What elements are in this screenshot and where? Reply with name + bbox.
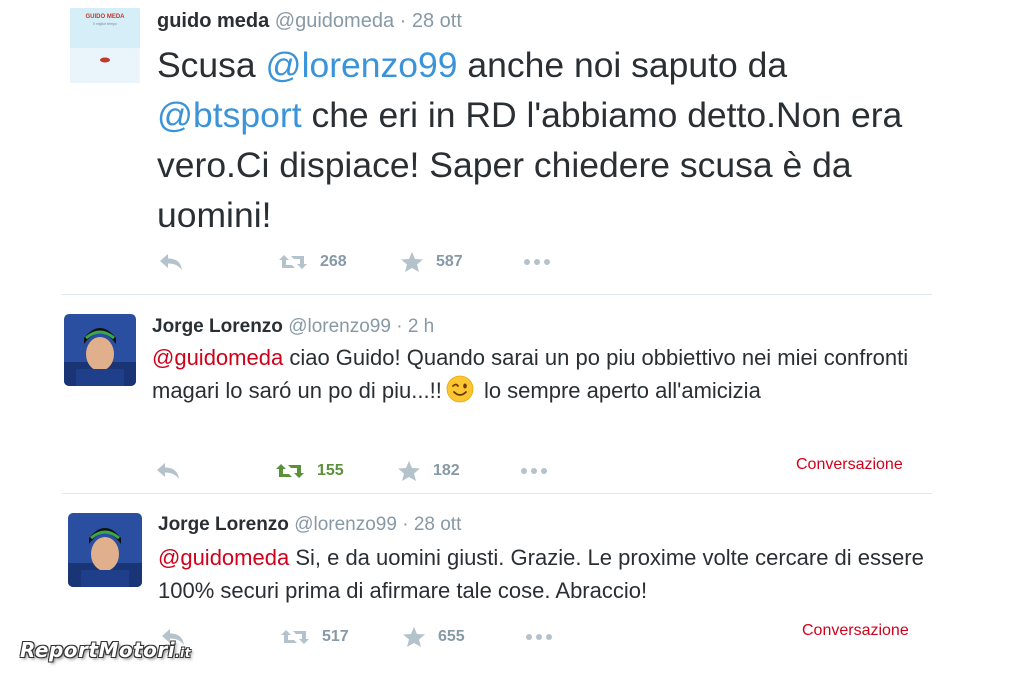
retweet-count: 155 — [317, 462, 344, 479]
more-icon — [519, 466, 549, 476]
star-icon — [402, 626, 426, 648]
retweet-icon — [278, 251, 308, 273]
tweet-actions: 517 655 — [160, 622, 580, 652]
watermark-text: ReportMotori — [20, 638, 176, 662]
tweet-lorenzo99-reply[interactable]: Jorge Lorenzo @lorenzo99 · 2 h @guidomed… — [0, 296, 1024, 492]
twitter-timeline: GUIDO MEDA Il miglior tempo guido meda @… — [0, 0, 1024, 683]
avatar-book-title: GUIDO MEDA — [86, 14, 126, 20]
mention-guidomeda[interactable]: @guidomeda — [152, 345, 283, 370]
avatar[interactable]: GUIDO MEDA Il miglior tempo — [70, 8, 140, 83]
reply-icon — [158, 251, 184, 273]
reply-button[interactable] — [155, 456, 181, 486]
tweet-text: @guidomeda Si, e da uomini giusti. Grazi… — [158, 541, 958, 607]
conversation-link[interactable]: Conversazione — [802, 622, 909, 640]
more-button[interactable] — [524, 622, 554, 652]
tweet-text-mid: anche noi saputo da — [457, 45, 788, 85]
reply-icon — [155, 460, 181, 482]
tweet-timestamp[interactable]: · 28 ott — [400, 10, 462, 32]
avatar[interactable] — [64, 314, 136, 386]
tweet-text: Scusa @lorenzo99 anche noi saputo da @bt… — [157, 40, 957, 240]
user-fullname[interactable]: Jorge Lorenzo — [158, 514, 289, 535]
user-fullname[interactable]: guido meda — [157, 10, 269, 32]
retweet-button[interactable]: 517 — [280, 622, 349, 652]
tweet-header: Jorge Lorenzo @lorenzo99 · 28 ott — [158, 514, 461, 536]
user-handle[interactable]: @guidomeda — [275, 10, 394, 32]
tweet-timestamp[interactable]: · 28 ott — [402, 514, 461, 535]
retweet-button[interactable]: 155 — [275, 456, 344, 486]
star-icon — [400, 251, 424, 273]
favorite-count: 655 — [438, 628, 465, 645]
tweet-text-lead: Scusa — [157, 45, 266, 85]
favorite-count: 587 — [436, 253, 463, 270]
wink-emoji — [446, 375, 474, 412]
avatar[interactable] — [68, 513, 142, 587]
tweet-guidomeda[interactable]: GUIDO MEDA Il miglior tempo guido meda @… — [0, 0, 1024, 292]
favorite-button[interactable]: 182 — [397, 456, 460, 486]
tweet-text-end: lo sempre aperto all'amicizia — [477, 378, 761, 403]
watermark-suffix: .it — [175, 646, 192, 660]
tweet-actions: 155 182 — [155, 456, 575, 486]
favorite-button[interactable]: 655 — [402, 622, 465, 652]
favorite-button[interactable]: 587 — [400, 247, 463, 277]
mention-guidomeda[interactable]: @guidomeda — [158, 545, 289, 570]
star-icon — [397, 460, 421, 482]
favorite-count: 182 — [433, 462, 460, 479]
more-button[interactable] — [522, 247, 552, 277]
user-fullname[interactable]: Jorge Lorenzo — [152, 316, 283, 337]
user-handle[interactable]: @lorenzo99 — [288, 316, 391, 337]
tweet-text: @guidomeda ciao Guido! Quando sarai un p… — [152, 341, 952, 412]
retweet-count: 268 — [320, 253, 347, 270]
more-icon — [522, 257, 552, 267]
tweet-actions: 268 587 — [158, 247, 578, 277]
mention-lorenzo99[interactable]: @lorenzo99 — [266, 45, 458, 85]
tweet-timestamp[interactable]: · 2 h — [396, 316, 434, 337]
retweet-count: 517 — [322, 628, 349, 645]
tweet-header: Jorge Lorenzo @lorenzo99 · 2 h — [152, 316, 434, 338]
retweet-icon — [280, 626, 310, 648]
more-icon — [524, 632, 554, 642]
retweet-icon — [275, 460, 305, 482]
user-handle[interactable]: @lorenzo99 — [294, 514, 397, 535]
avatar-book-subtitle: Il miglior tempo — [93, 22, 117, 26]
retweet-button[interactable]: 268 — [278, 247, 347, 277]
mention-btsport[interactable]: @btsport — [157, 95, 302, 135]
tweet-header: guido meda @guidomeda · 28 ott — [157, 10, 462, 33]
tweet-divider — [62, 294, 932, 295]
reply-button[interactable] — [158, 247, 184, 277]
more-button[interactable] — [519, 456, 549, 486]
conversation-link[interactable]: Conversazione — [796, 456, 903, 474]
tweet-divider — [62, 493, 932, 494]
site-watermark-logo: ReportMotori.it — [20, 638, 191, 662]
